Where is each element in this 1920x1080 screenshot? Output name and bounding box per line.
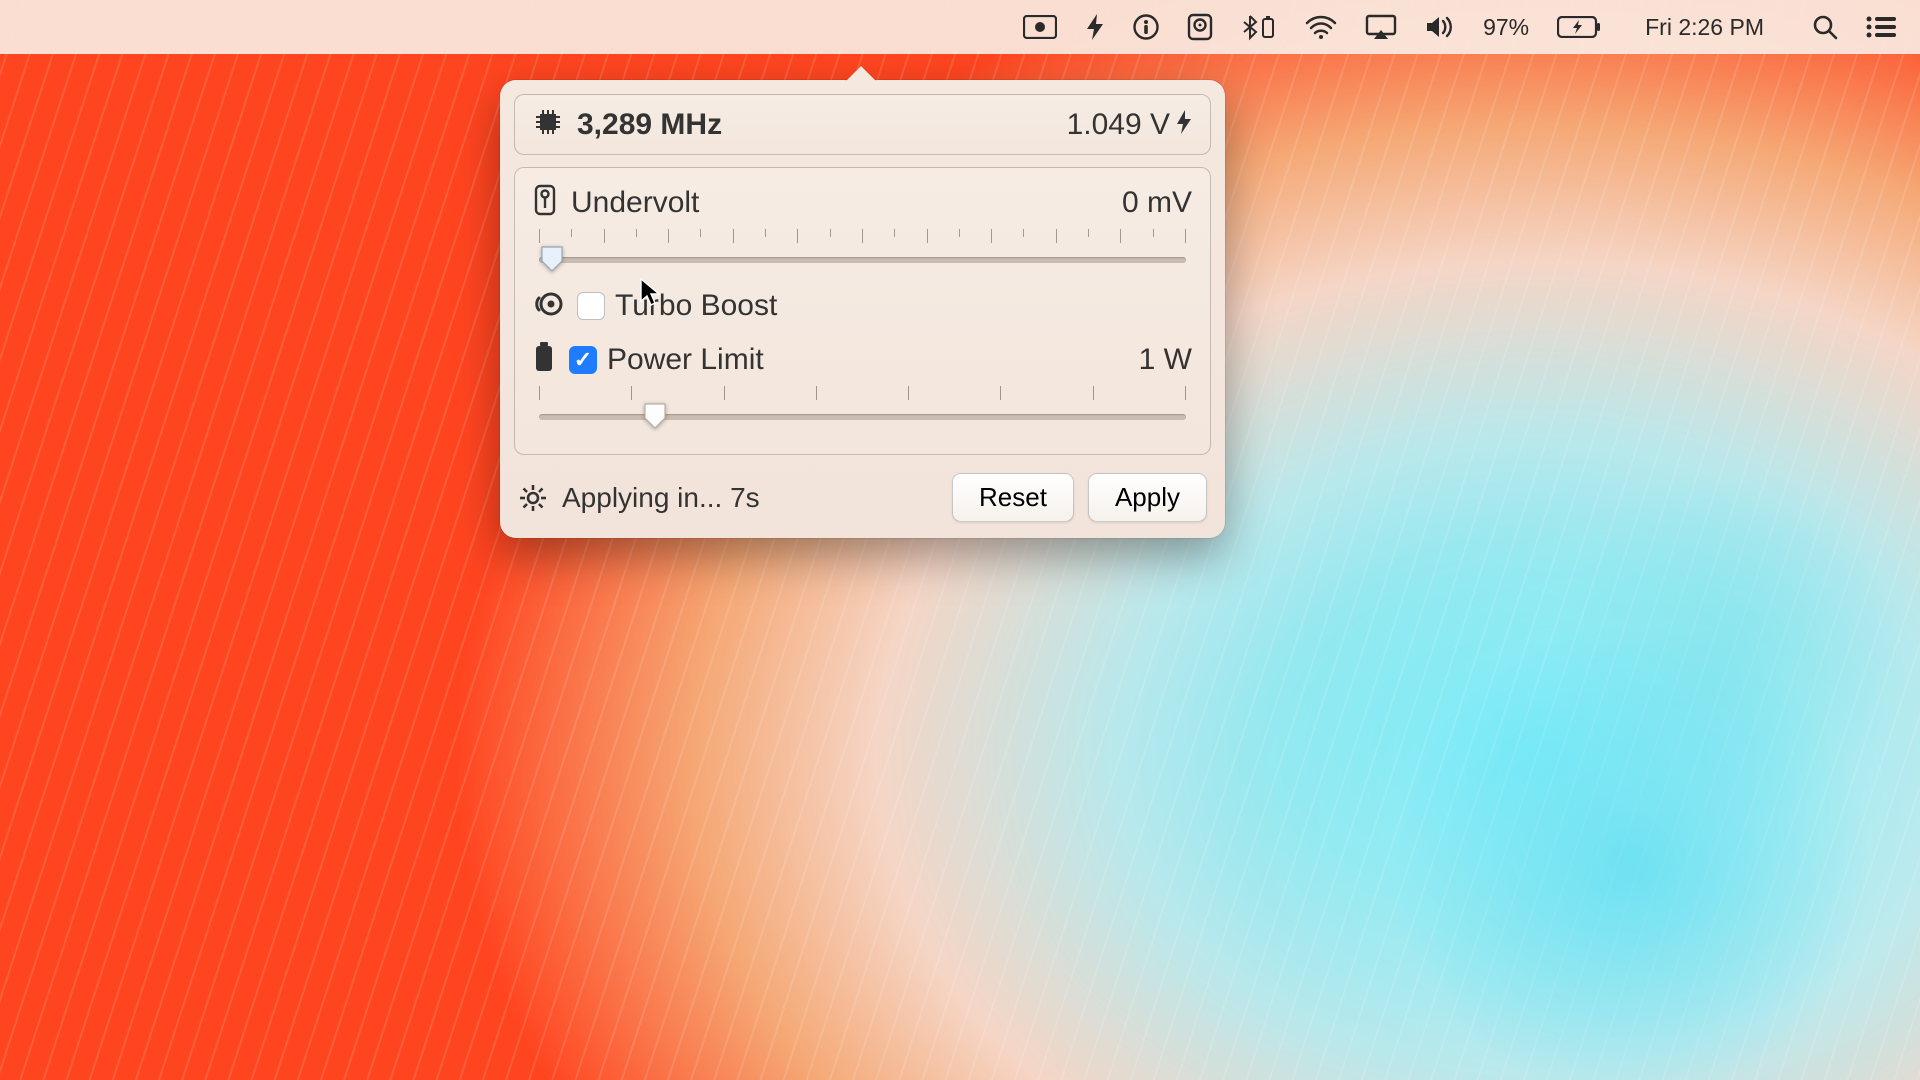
status-text: Applying in... 7s <box>562 482 760 514</box>
turbo-label: Turbo Boost <box>615 289 777 323</box>
clock: Fri 2:26 PM <box>1645 14 1764 41</box>
info-icon[interactable] <box>1133 14 1159 40</box>
screen-record-icon[interactable] <box>1023 15 1057 39</box>
power-slider-thumb[interactable] <box>641 400 669 430</box>
bolt-icon <box>1176 108 1192 142</box>
power-slider[interactable] <box>539 402 1186 432</box>
wifi-icon[interactable] <box>1305 15 1337 39</box>
list-icon[interactable] <box>1866 16 1896 38</box>
undervolt-label: Undervolt <box>571 186 699 220</box>
apply-button[interactable]: Apply <box>1088 473 1207 522</box>
power-checkbox[interactable] <box>569 346 597 374</box>
cpu-voltage: 1.049 V <box>1067 108 1170 142</box>
disk-icon[interactable] <box>1187 13 1213 41</box>
power-row: Power Limit 1 W <box>533 341 1192 378</box>
lightning-icon[interactable] <box>1085 14 1105 40</box>
power-ticks <box>539 386 1186 400</box>
undervolt-value: 0 mV <box>1122 186 1192 220</box>
cpu-frequency: 3,289 MHz <box>577 108 722 142</box>
battery-icon <box>533 341 555 378</box>
controls-box: Undervolt 0 mV Turbo Boost Power Limit <box>514 167 1211 455</box>
undervolt-row: Undervolt 0 mV <box>533 184 1192 221</box>
airplay-icon[interactable] <box>1365 14 1397 40</box>
undervolt-slider[interactable] <box>539 245 1186 275</box>
cpu-header-row: 3,289 MHz 1.049 V <box>514 94 1211 155</box>
undervolt-icon <box>533 184 557 221</box>
cpu-control-popover: 3,289 MHz 1.049 V Undervolt 0 mV <box>500 80 1225 538</box>
reset-button[interactable]: Reset <box>952 473 1074 522</box>
undervolt-ticks <box>539 229 1186 243</box>
volume-icon[interactable] <box>1425 15 1455 39</box>
turbo-row: Turbo Boost <box>533 289 1192 323</box>
search-icon[interactable] <box>1812 14 1838 40</box>
cpu-chip-icon <box>533 107 563 142</box>
bluetooth-battery-icon[interactable] <box>1241 13 1277 41</box>
turbo-checkbox[interactable] <box>577 292 605 320</box>
power-label: Power Limit <box>607 343 764 377</box>
undervolt-slider-thumb[interactable] <box>538 243 566 273</box>
battery-percent[interactable]: 97% <box>1483 14 1529 41</box>
power-value: 1 W <box>1139 343 1192 377</box>
gear-icon[interactable] <box>518 483 548 513</box>
menu-bar: 97% Fri 2:26 PM <box>0 0 1920 54</box>
battery-charging-icon[interactable] <box>1557 16 1601 38</box>
footer-row: Applying in... 7s Reset Apply <box>514 469 1211 524</box>
turbo-icon <box>533 291 563 322</box>
